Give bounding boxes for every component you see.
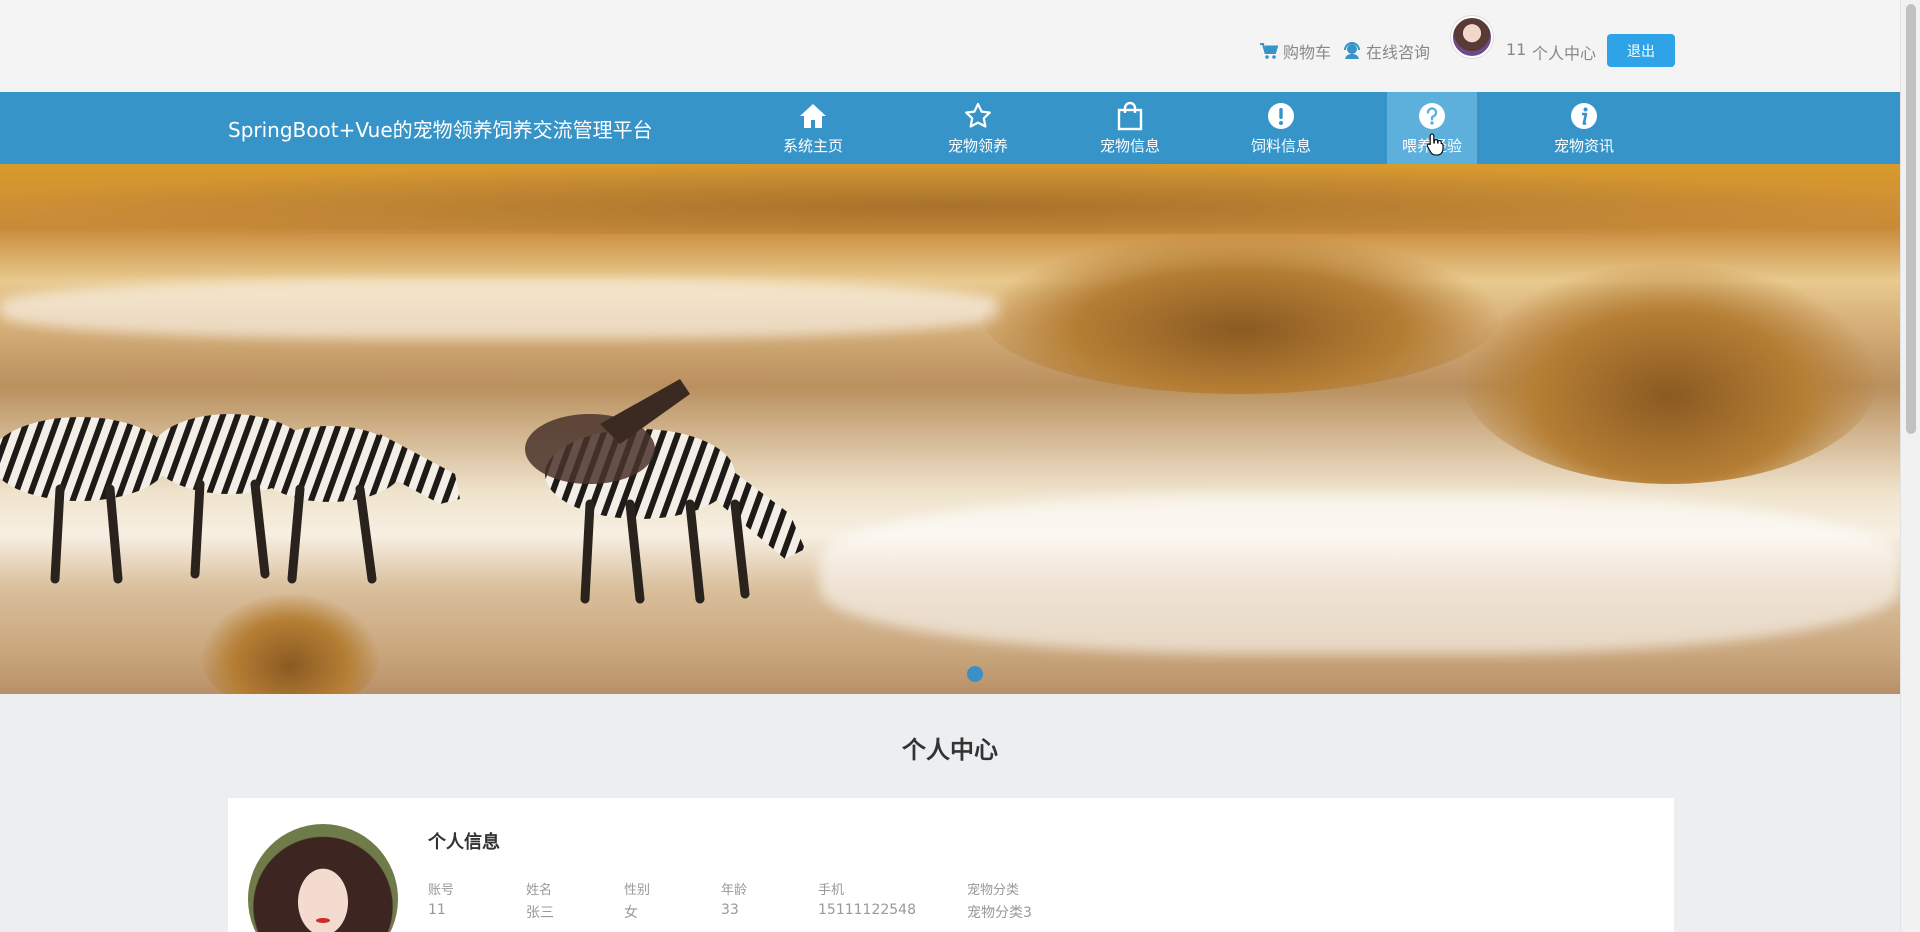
banner-grass — [1460, 264, 1880, 484]
field-value: 33 — [721, 902, 739, 918]
profile-heading: 个人信息 — [428, 832, 500, 853]
banner-grass — [0, 164, 1900, 234]
nav-label: 宠物领养 — [947, 137, 1008, 155]
exclamation-circle-icon — [1265, 100, 1297, 132]
nav-item-pet-news[interactable]: 宠物资讯 — [1539, 92, 1629, 164]
banner-water-reflection — [820, 494, 1900, 654]
vertical-scrollbar[interactable] — [1900, 0, 1920, 932]
consult-link[interactable]: 在线咨询 — [1341, 40, 1430, 62]
carousel-dot[interactable] — [967, 666, 983, 682]
nav-item-feed-info[interactable]: 饲料信息 — [1236, 92, 1326, 164]
profile-photo-detail — [316, 918, 330, 923]
field-value: 11 — [428, 902, 446, 918]
cart-link[interactable]: 购物车 — [1258, 40, 1331, 62]
zebra-herd — [0, 379, 805, 604]
nav-label: 饲料信息 — [1250, 137, 1311, 155]
field-value: 女 — [624, 905, 638, 921]
field-age: 年龄 33 — [721, 879, 747, 918]
field-pet-category: 宠物分类 宠物分类3 — [967, 879, 1032, 922]
consult-label: 在线咨询 — [1366, 43, 1431, 62]
info-circle-icon — [1568, 100, 1600, 132]
headset-icon — [1341, 40, 1363, 62]
nav-item-home[interactable]: 系统主页 — [768, 92, 858, 164]
shopping-bag-icon — [1114, 100, 1146, 132]
hand-cursor-icon — [1426, 133, 1444, 156]
field-value: 宠物分类3 — [967, 905, 1032, 921]
star-icon — [962, 100, 994, 132]
nav-item-pet-info[interactable]: 宠物信息 — [1085, 92, 1175, 164]
username: 11 — [1506, 40, 1527, 59]
field-gender: 性别 女 — [624, 879, 650, 922]
cart-icon — [1258, 40, 1280, 62]
field-label: 账号 — [428, 883, 455, 898]
field-name: 姓名 张三 — [526, 879, 554, 922]
nav-item-adoption[interactable]: 宠物领养 — [933, 92, 1023, 164]
nav-label: 宠物资讯 — [1553, 137, 1614, 155]
main-navbar: SpringBoot+Vue的宠物领养饲养交流管理平台 系统主页 宠物领养 宠物… — [0, 92, 1900, 164]
field-label: 宠物分类 — [967, 883, 1020, 898]
personal-center-link[interactable]: 个人中心 — [1532, 40, 1596, 64]
logout-button[interactable]: 退出 — [1607, 34, 1675, 67]
field-label: 性别 — [624, 883, 651, 898]
banner-water-reflection — [0, 279, 1000, 339]
field-label: 手机 — [818, 883, 845, 898]
cart-label: 购物车 — [1283, 43, 1332, 62]
avatar[interactable] — [1451, 16, 1493, 58]
hero-banner-image — [0, 164, 1900, 694]
home-icon — [797, 100, 829, 132]
field-value: 15111122548 — [818, 902, 916, 918]
field-label: 年龄 — [721, 883, 748, 898]
field-value: 张三 — [526, 905, 554, 921]
question-circle-icon — [1416, 100, 1448, 132]
top-bar: 购物车 在线咨询 11 个人中心 退出 — [0, 0, 1900, 92]
banner-grass — [980, 234, 1500, 394]
banner-grass — [200, 594, 380, 694]
field-account: 账号 11 — [428, 879, 454, 918]
section-title: 个人中心 — [902, 736, 998, 764]
nav-label: 系统主页 — [782, 137, 843, 155]
field-phone: 手机 15111122548 — [818, 879, 916, 918]
field-label: 姓名 — [526, 883, 553, 898]
site-title: SpringBoot+Vue的宠物领养饲养交流管理平台 — [228, 118, 653, 142]
nav-label: 宠物信息 — [1099, 137, 1160, 155]
scrollbar-thumb[interactable] — [1906, 4, 1916, 434]
